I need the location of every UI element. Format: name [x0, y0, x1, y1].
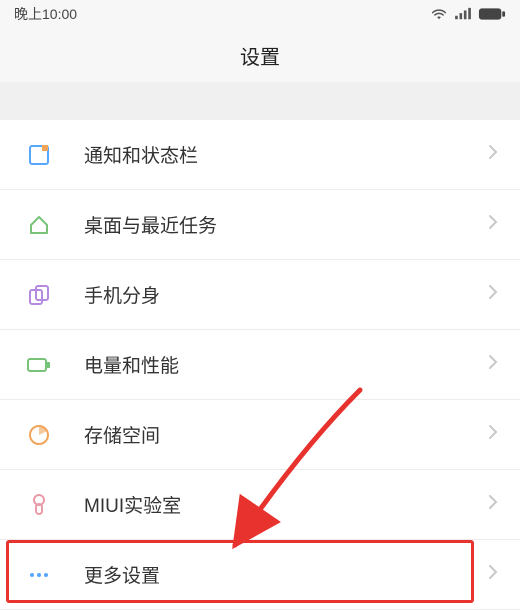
battery-perf-icon: [24, 350, 54, 380]
settings-item-battery-perf[interactable]: 电量和性能: [0, 330, 520, 400]
notification-bar-icon: [24, 140, 54, 170]
lab-icon: [24, 490, 54, 520]
settings-item-home-recents[interactable]: 桌面与最近任务: [0, 190, 520, 260]
page-title: 设置: [240, 41, 280, 70]
storage-icon: [24, 420, 54, 450]
settings-item-label: 手机分身: [84, 281, 488, 308]
signal-icon: [454, 7, 472, 21]
settings-item-label: 存储空间: [84, 421, 488, 448]
chevron-right-icon: [488, 214, 498, 235]
settings-item-miui-lab[interactable]: MIUI实验室: [0, 470, 520, 540]
settings-item-label: 通知和状态栏: [84, 141, 488, 168]
chevron-right-icon: [488, 424, 498, 445]
chevron-right-icon: [488, 144, 498, 165]
settings-list: 通知和状态栏 桌面与最近任务 手机分身: [0, 120, 520, 610]
more-icon: [24, 560, 54, 590]
chevron-right-icon: [488, 494, 498, 515]
section-gap: [0, 82, 520, 120]
settings-item-label: 更多设置: [84, 561, 488, 588]
settings-item-second-space[interactable]: 手机分身: [0, 260, 520, 330]
settings-item-more-settings[interactable]: 更多设置: [0, 540, 520, 610]
settings-item-label: 电量和性能: [84, 351, 488, 378]
wifi-icon: [430, 7, 448, 21]
status-time: 晚上10:00: [14, 4, 77, 24]
clone-icon: [24, 280, 54, 310]
home-icon: [24, 210, 54, 240]
page-title-bar: 设置: [0, 28, 520, 82]
settings-item-storage[interactable]: 存储空间: [0, 400, 520, 470]
settings-item-label: MIUI实验室: [84, 491, 488, 518]
chevron-right-icon: [488, 564, 498, 585]
settings-item-label: 桌面与最近任务: [84, 211, 488, 238]
settings-item-notification-bar[interactable]: 通知和状态栏: [0, 120, 520, 190]
chevron-right-icon: [488, 284, 498, 305]
battery-icon: [478, 7, 506, 21]
status-bar: 晚上10:00: [0, 0, 520, 28]
chevron-right-icon: [488, 354, 498, 375]
